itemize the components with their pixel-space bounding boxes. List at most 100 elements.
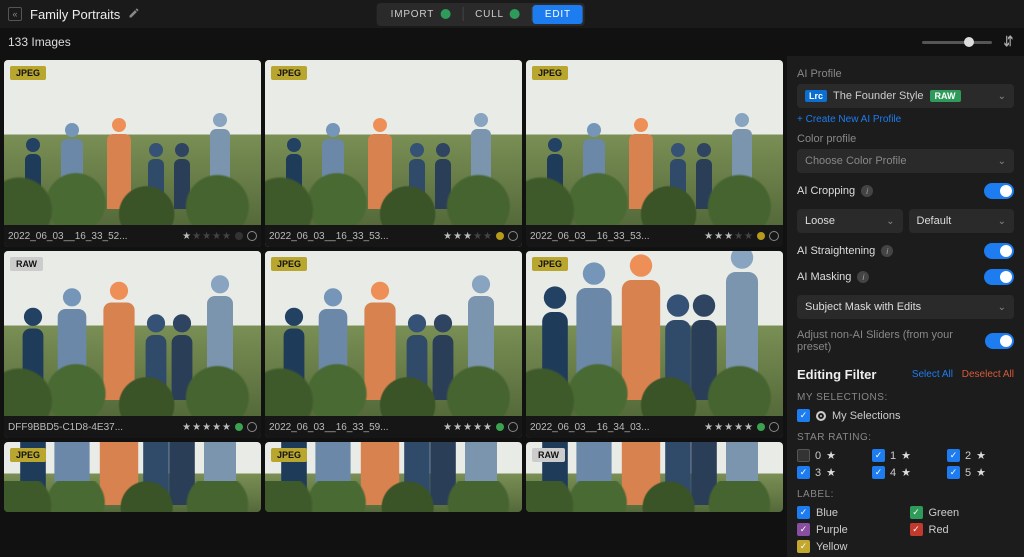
chevron-down-icon: ⌄ bbox=[998, 91, 1006, 102]
thumbnail[interactable]: JPEG ★★★★★ bbox=[265, 442, 522, 512]
chevron-down-icon: ⌄ bbox=[886, 216, 894, 227]
info-icon[interactable]: i bbox=[881, 245, 893, 257]
star-5-checkbox[interactable] bbox=[947, 466, 960, 479]
ai-profile-label: AI Profile bbox=[797, 68, 1014, 80]
star-rating-head: STAR RATING: bbox=[797, 432, 1014, 443]
thumbnail[interactable]: JPEG 2022_06_03__16_34_03... ★★★★★ bbox=[526, 251, 783, 438]
color-flag[interactable] bbox=[757, 423, 765, 431]
label-blue-checkbox[interactable] bbox=[797, 506, 810, 519]
my-selections-checkbox[interactable] bbox=[797, 409, 810, 422]
deselect-all-link[interactable]: Deselect All bbox=[962, 369, 1014, 380]
format-badge: JPEG bbox=[10, 66, 46, 80]
ai-profile-select[interactable]: Lrc The Founder Style RAW ⌄ bbox=[797, 84, 1014, 108]
star-rating[interactable]: ★★★★★ bbox=[443, 231, 492, 242]
thumbnail[interactable]: JPEG 2022_06_03__16_33_53... ★★★★★ bbox=[265, 60, 522, 247]
thumb-size-slider[interactable] bbox=[922, 41, 992, 44]
star-icon: ★ bbox=[976, 466, 986, 479]
non-ai-toggle[interactable] bbox=[985, 333, 1014, 349]
pick-flag[interactable] bbox=[769, 422, 779, 432]
filename: 2022_06_03__16_33_53... bbox=[269, 231, 439, 242]
label-yellow-checkbox[interactable] bbox=[797, 540, 810, 553]
chevron-down-icon: ⌄ bbox=[998, 302, 1006, 313]
star-0-checkbox[interactable] bbox=[797, 449, 810, 462]
color-flag[interactable] bbox=[235, 423, 243, 431]
edit-title-icon[interactable] bbox=[128, 7, 140, 22]
format-badge: RAW bbox=[532, 448, 565, 462]
color-flag[interactable] bbox=[235, 232, 243, 240]
thumbnail[interactable]: RAW DFF9BBD5-C1D8-4E37... ★★★★★ bbox=[4, 251, 261, 438]
format-badge: JPEG bbox=[271, 66, 307, 80]
thumbnail[interactable]: JPEG 2022_06_03__16_33_53... ★★★★★ bbox=[526, 60, 783, 247]
mode-import[interactable]: IMPORT bbox=[379, 5, 463, 24]
color-flag[interactable] bbox=[496, 232, 504, 240]
sort-icon[interactable] bbox=[992, 34, 1016, 51]
selection-dot-icon bbox=[816, 411, 826, 421]
pick-flag[interactable] bbox=[769, 231, 779, 241]
collection-title: Family Portraits bbox=[30, 7, 120, 22]
create-profile-link[interactable]: + Create New AI Profile bbox=[797, 114, 1014, 125]
pick-flag[interactable] bbox=[508, 422, 518, 432]
editing-filter-title: Editing Filter bbox=[797, 367, 876, 382]
info-icon[interactable]: i bbox=[857, 271, 869, 283]
format-badge: JPEG bbox=[271, 257, 307, 271]
format-badge: JPEG bbox=[271, 448, 307, 462]
color-flag[interactable] bbox=[496, 423, 504, 431]
non-ai-label: Adjust non-AI Sliders (from your preset) bbox=[797, 329, 985, 353]
thumbnail[interactable]: JPEG 2022_06_03__16_33_52... ★★★★★ bbox=[4, 60, 261, 247]
star-rating[interactable]: ★★★★★ bbox=[182, 422, 231, 433]
star-icon: ★ bbox=[901, 466, 911, 479]
star-rating[interactable]: ★★★★★ bbox=[443, 422, 492, 433]
lrc-badge: Lrc bbox=[805, 90, 827, 102]
raw-badge: RAW bbox=[930, 90, 961, 102]
check-icon bbox=[440, 9, 450, 19]
mask-mode-select[interactable]: Subject Mask with Edits⌄ bbox=[797, 295, 1014, 319]
star-rating[interactable]: ★★★★★ bbox=[704, 231, 753, 242]
star-icon: ★ bbox=[826, 466, 836, 479]
mode-edit[interactable]: EDIT bbox=[533, 5, 583, 24]
mode-cull[interactable]: CULL bbox=[463, 5, 532, 24]
pick-flag[interactable] bbox=[508, 231, 518, 241]
star-1-checkbox[interactable] bbox=[872, 449, 885, 462]
star-icon: ★ bbox=[826, 449, 836, 462]
star-3-checkbox[interactable] bbox=[797, 466, 810, 479]
star-rating[interactable]: ★★★★★ bbox=[704, 422, 753, 433]
label-purple-checkbox[interactable] bbox=[797, 523, 810, 536]
info-icon[interactable]: i bbox=[861, 185, 873, 197]
select-all-link[interactable]: Select All bbox=[912, 369, 953, 380]
star-4-checkbox[interactable] bbox=[872, 466, 885, 479]
label-head: LABEL: bbox=[797, 489, 1014, 500]
format-badge: JPEG bbox=[10, 448, 46, 462]
image-count: 133 Images bbox=[8, 35, 71, 49]
star-icon: ★ bbox=[976, 449, 986, 462]
chevron-down-icon: ⌄ bbox=[998, 156, 1006, 167]
thumbnail-grid[interactable]: JPEG 2022_06_03__16_33_52... ★★★★★ JPEG … bbox=[0, 56, 787, 557]
thumbnail[interactable]: RAW ★★★★★ bbox=[526, 442, 783, 512]
label-green-checkbox[interactable] bbox=[910, 506, 923, 519]
star-rating[interactable]: ★★★★★ bbox=[182, 231, 231, 242]
color-flag[interactable] bbox=[757, 232, 765, 240]
profile-name: The Founder Style bbox=[833, 90, 924, 102]
pick-flag[interactable] bbox=[247, 231, 257, 241]
ai-straightening-label: AI Straightening bbox=[797, 245, 875, 257]
ai-masking-toggle[interactable] bbox=[984, 269, 1014, 285]
thumbnail[interactable]: JPEG 2022_06_03__16_33_59... ★★★★★ bbox=[265, 251, 522, 438]
right-panel: AI Profile Lrc The Founder Style RAW ⌄ +… bbox=[787, 56, 1024, 557]
filename: 2022_06_03__16_33_52... bbox=[8, 231, 178, 242]
ai-straightening-toggle[interactable] bbox=[984, 243, 1014, 259]
filename: DFF9BBD5-C1D8-4E37... bbox=[8, 422, 178, 433]
sidebar-collapse-icon[interactable]: « bbox=[8, 7, 22, 21]
ai-cropping-toggle[interactable] bbox=[984, 183, 1014, 199]
filename: 2022_06_03__16_34_03... bbox=[530, 422, 700, 433]
crop-aspect-select[interactable]: Default⌄ bbox=[909, 209, 1015, 233]
label-red-checkbox[interactable] bbox=[910, 523, 923, 536]
color-profile-select[interactable]: Choose Color Profile ⌄ bbox=[797, 149, 1014, 173]
star-icon: ★ bbox=[901, 449, 911, 462]
ai-cropping-label: AI Cropping bbox=[797, 185, 855, 197]
crop-mode-select[interactable]: Loose⌄ bbox=[797, 209, 903, 233]
my-selections-head: MY SELECTIONS: bbox=[797, 392, 1014, 403]
format-badge: JPEG bbox=[532, 257, 568, 271]
pick-flag[interactable] bbox=[247, 422, 257, 432]
star-2-checkbox[interactable] bbox=[947, 449, 960, 462]
thumbnail[interactable]: JPEG ★★★★★ bbox=[4, 442, 261, 512]
my-selections-label: My Selections bbox=[832, 410, 900, 422]
